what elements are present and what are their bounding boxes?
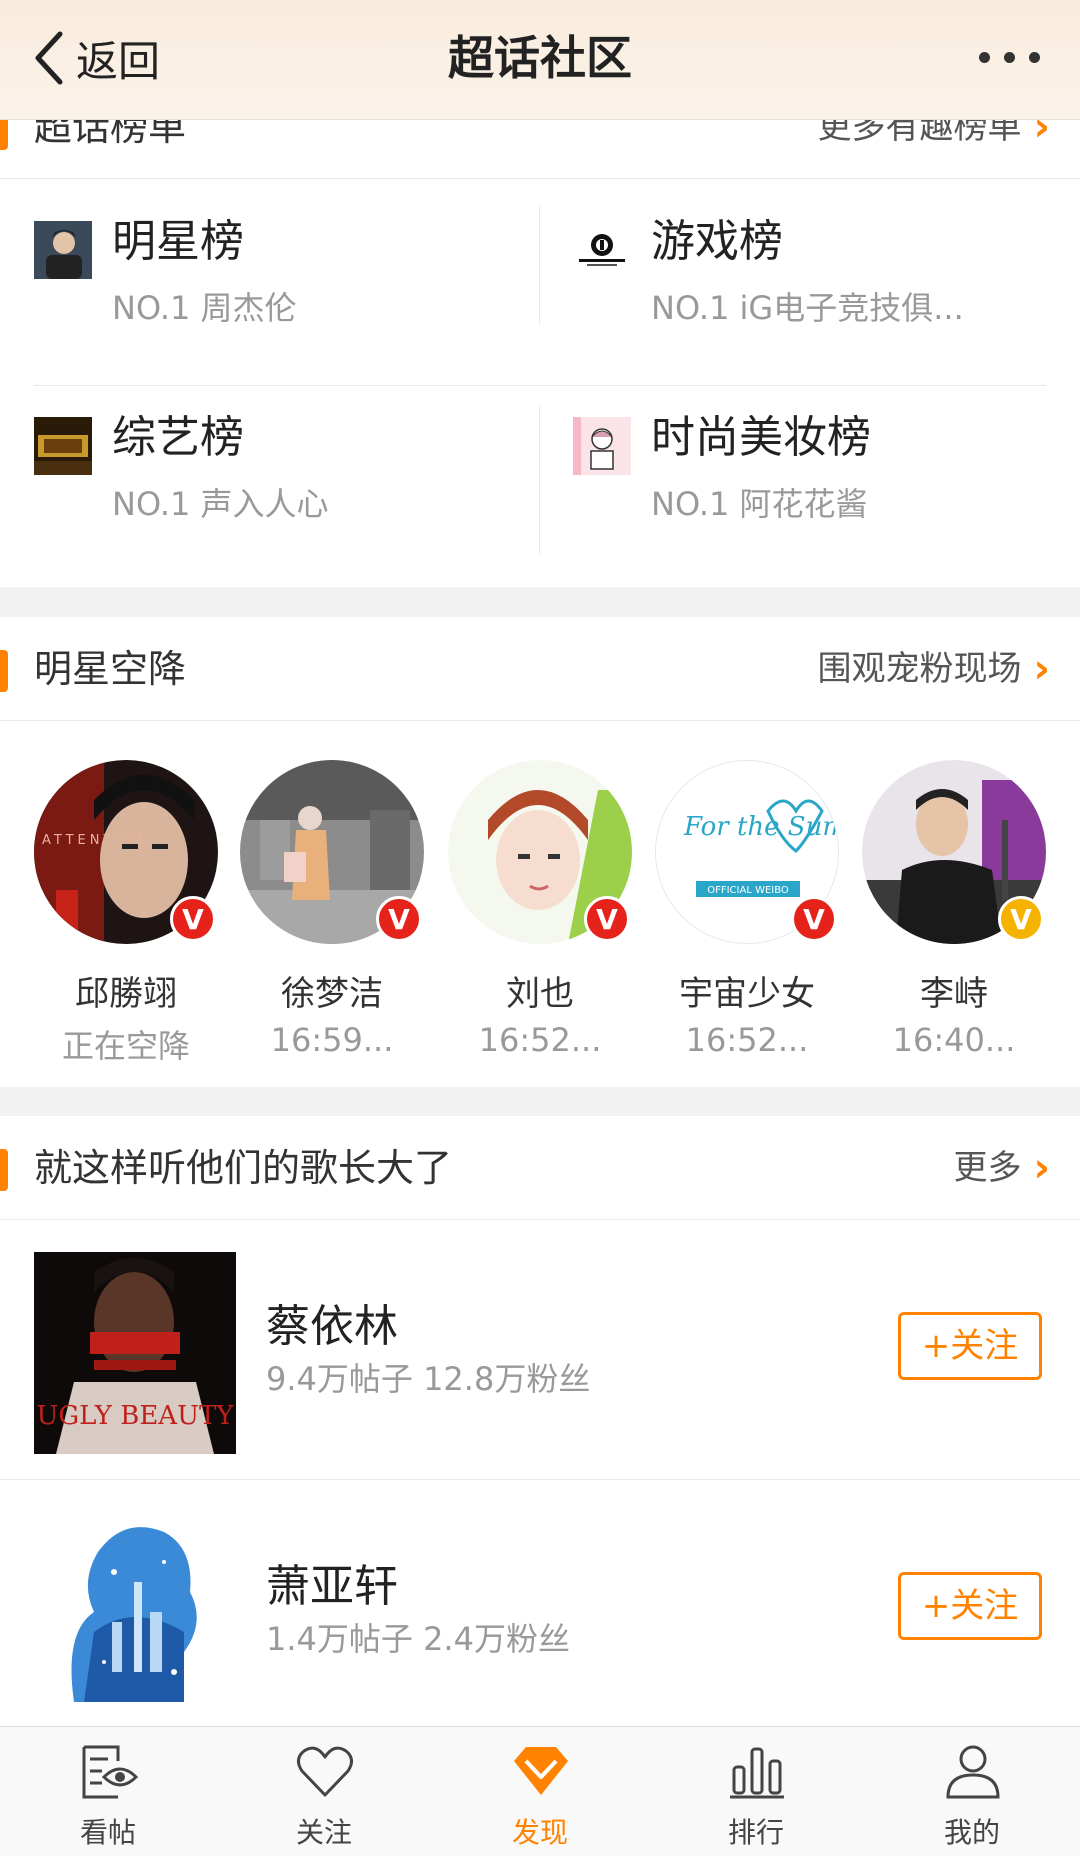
star-name: 刘也 xyxy=(506,974,574,1014)
fan-scene-link[interactable]: 围观宠粉现场 › xyxy=(818,617,1050,721)
verified-badge-icon: V xyxy=(584,896,630,942)
avatar-text: For the Summer xyxy=(683,812,839,842)
artist-name: 蔡依林 xyxy=(266,1301,398,1352)
follow-button[interactable]: +关注 xyxy=(898,1312,1042,1380)
rank-item-games[interactable]: 游戏榜 NO.1 iG电子竞技俱... xyxy=(539,179,1049,349)
stars-section-title: 明星空降 xyxy=(34,647,187,691)
star-name: 邱勝翊 xyxy=(75,974,177,1014)
rank-item-top: NO.1 周杰伦 xyxy=(112,289,297,327)
verified-badge-icon: V xyxy=(376,896,422,942)
section-accent-bar xyxy=(0,650,8,692)
star-time: 16:59... xyxy=(270,1021,394,1059)
artist-name: 萧亚轩 xyxy=(266,1561,398,1612)
avatar-text: ATTENTION xyxy=(42,833,151,848)
bar-chart-icon xyxy=(730,1747,784,1799)
more-options-icon[interactable] xyxy=(979,52,1040,63)
rank-item-name: 游戏榜 xyxy=(651,216,783,267)
tab-follow[interactable]: 关注 xyxy=(216,1727,432,1856)
music-section: 就这样听他们的歌长大了 更多 › UGLY BEAUTY 蔡依林 9.4万帖子 … xyxy=(0,1116,1080,1730)
chevron-right-icon: › xyxy=(1033,1145,1050,1191)
section-accent-bar xyxy=(0,1149,8,1191)
tab-ranking[interactable]: 排行 xyxy=(648,1727,864,1856)
star-name: 徐梦洁 xyxy=(281,974,383,1014)
star-item[interactable]: ATTENTION V 邱勝翊 正在空降 xyxy=(34,760,218,1067)
verified-badge-gold-icon: V xyxy=(998,896,1044,942)
jay-chou-thumbnail xyxy=(34,221,92,279)
star-time: 16:52... xyxy=(685,1021,809,1059)
verified-badge-icon: V xyxy=(170,896,216,942)
music-header[interactable]: 就这样听他们的歌长大了 更多 › xyxy=(0,1116,1080,1220)
tab-me[interactable]: 我的 xyxy=(864,1727,1080,1856)
album-cover xyxy=(34,1512,236,1714)
artist-stats: 1.4万帖子 2.4万粉丝 xyxy=(266,1620,570,1658)
rank-item-variety[interactable]: 综艺榜 NO.1 声入人心 xyxy=(0,375,510,545)
navigation-bar: 返回 超话社区 xyxy=(0,0,1080,120)
stars-header[interactable]: 明星空降 围观宠粉现场 › xyxy=(0,617,1080,721)
rank-item-fashion[interactable]: 时尚美妆榜 NO.1 阿花花酱 xyxy=(539,375,1049,545)
rank-item-name: 明星榜 xyxy=(112,216,244,267)
music-more-label: 更多 xyxy=(953,1148,1022,1188)
ig-gaming-logo xyxy=(573,221,631,279)
divider xyxy=(0,1479,1080,1480)
tab-label: 关注 xyxy=(295,1816,352,1849)
page-title: 超话社区 xyxy=(448,31,632,85)
avatar-text: OFFICIAL WEIBO xyxy=(707,885,789,896)
bottom-tab-bar: 看帖 关注 发现 排行 我的 xyxy=(0,1726,1080,1856)
rank-item-name: 时尚美妆榜 xyxy=(651,412,871,463)
rank-item-name: 综艺榜 xyxy=(112,412,244,463)
diamond-icon xyxy=(514,1747,568,1795)
star-name: 李峙 xyxy=(920,974,988,1014)
rank-item-top: NO.1 iG电子竞技俱... xyxy=(651,289,964,327)
music-more-link[interactable]: 更多 › xyxy=(954,1116,1050,1220)
star-item[interactable]: V 刘也 16:52... xyxy=(448,760,632,1059)
star-name: 宇宙少女 xyxy=(679,974,815,1014)
divider xyxy=(539,205,540,325)
tab-discover[interactable]: 发现 xyxy=(432,1727,648,1856)
star-time: 16:52... xyxy=(478,1021,602,1059)
follow-button[interactable]: +关注 xyxy=(898,1572,1042,1640)
tab-label: 看帖 xyxy=(79,1816,136,1849)
album-cover-text: UGLY BEAUTY xyxy=(37,1401,235,1431)
verified-badge-icon: V xyxy=(791,896,837,942)
music-section-title: 就这样听他们的歌长大了 xyxy=(34,1146,453,1190)
fan-scene-label: 围观宠粉现场 xyxy=(817,649,1022,689)
artist-stats: 9.4万帖子 12.8万粉丝 xyxy=(266,1360,591,1398)
star-item[interactable]: V 李峙 16:40... xyxy=(862,760,1046,1059)
rank-item-stars[interactable]: 明星榜 NO.1 周杰伦 xyxy=(0,179,510,349)
artist-row[interactable]: 萧亚轩 1.4万帖子 2.4万粉丝 +关注 xyxy=(0,1480,1080,1740)
tab-label: 发现 xyxy=(511,1816,568,1849)
variety-show-thumbnail xyxy=(34,417,92,475)
artist-row[interactable]: UGLY BEAUTY 蔡依林 9.4万帖子 12.8万粉丝 +关注 xyxy=(0,1220,1080,1480)
star-time: 16:40... xyxy=(892,1021,1016,1059)
star-airdrop-section: 明星空降 围观宠粉现场 › ATTENTION V 邱勝翊 正在空降 V 徐梦洁… xyxy=(0,617,1080,1087)
fashion-illustration-thumbnail xyxy=(573,417,631,475)
tab-label: 排行 xyxy=(727,1816,784,1849)
chevron-right-icon: › xyxy=(1033,646,1050,692)
star-item[interactable]: V 徐梦洁 16:59... xyxy=(240,760,424,1059)
tab-label: 我的 xyxy=(943,1816,1000,1849)
star-item[interactable]: For the Summer OFFICIAL WEIBO V 宇宙少女 16:… xyxy=(655,760,839,1059)
heart-icon xyxy=(297,1746,353,1797)
tab-view-posts[interactable]: 看帖 xyxy=(0,1727,216,1856)
rank-item-top: NO.1 阿花花酱 xyxy=(651,485,868,523)
album-cover: UGLY BEAUTY xyxy=(34,1252,236,1454)
user-icon xyxy=(946,1745,1000,1799)
star-status: 正在空降 xyxy=(61,1027,190,1065)
view-posts-icon xyxy=(82,1745,139,1799)
rank-item-top: NO.1 声入人心 xyxy=(112,485,329,523)
rank-section: 超话榜单 更多有趣榜单 › 明星榜 NO.1 周杰伦 游戏榜 NO.1 iG电子… xyxy=(0,75,1080,587)
